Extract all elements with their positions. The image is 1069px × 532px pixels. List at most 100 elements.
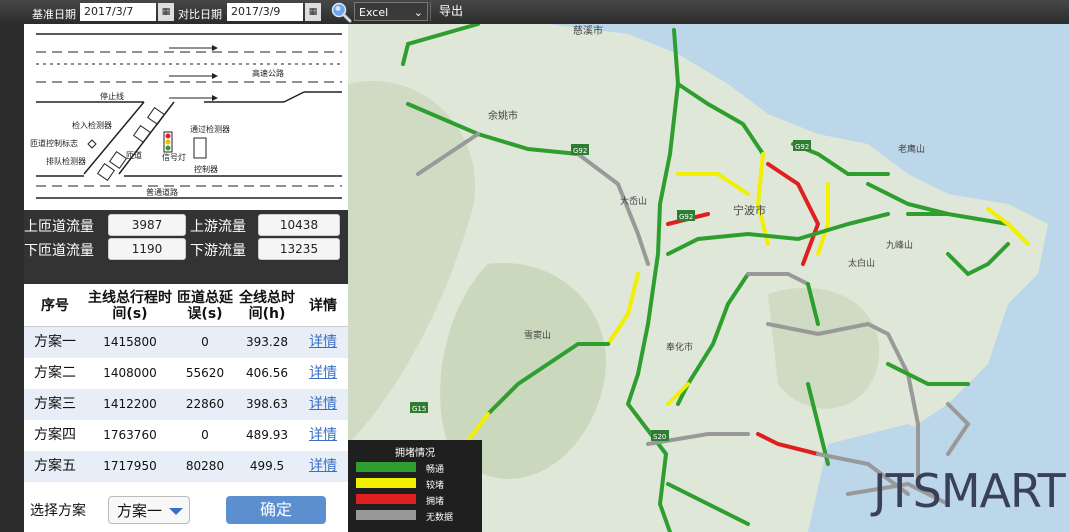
brand-watermark: JTSMART [873, 464, 1066, 518]
col-header-main-time: 主线总行程时间(s) [88, 290, 172, 322]
down-ramp-flow-value: 1190 [108, 238, 186, 260]
highway-label: 高速公路 [252, 68, 284, 78]
place-label: 九峰山 [886, 240, 913, 251]
plan-table: 序号 主线总行程时间(s) 匝道总延误(s) 全线总时间(h) 详情 方案一 14… [24, 286, 348, 513]
place-label: 太白山 [848, 257, 875, 269]
up-ramp-flow-value: 3987 [108, 214, 186, 236]
legend-label-free: 畅通 [426, 465, 445, 475]
plan-name-cell: 方案二 [34, 365, 76, 381]
legend-label-nodata: 无数据 [426, 513, 454, 523]
ramp-delay-cell: 0 [201, 428, 209, 442]
base-date-label: 基准日期 [32, 8, 76, 21]
main-time-cell: 1412200 [103, 397, 157, 411]
legend-swatch-nodata [356, 510, 416, 520]
down-ramp-flow-label: 下匝道流量 [24, 243, 94, 259]
detail-link[interactable]: 详情 [298, 451, 348, 482]
pass-detector-label: 通过检测器 [190, 124, 230, 134]
queue-detector-label: 排队检测器 [46, 156, 86, 166]
ramp-label: 匝道 [126, 150, 142, 160]
legend-swatch-slow [356, 478, 416, 488]
plan-selector-label: 选择方案 [30, 503, 86, 519]
downstream-flow-value: 13235 [258, 238, 340, 260]
legend-title: 拥堵情况 [395, 448, 435, 459]
total-time-cell: 398.63 [246, 397, 288, 411]
ramp-delay-cell: 55620 [185, 366, 225, 380]
calendar-icon[interactable]: ▦ [158, 3, 174, 21]
compare-date-input[interactable]: 2017/3/9 [227, 3, 303, 21]
table-row: 方案五 1717950 80280 499.5 详情 [24, 451, 348, 482]
upstream-flow-value: 10438 [258, 214, 340, 236]
table-row: 方案三 1412200 22860 398.63 详情 [24, 389, 348, 420]
plan-name-cell: 方案一 [34, 334, 76, 350]
legend-swatch-jam [356, 494, 416, 504]
plan-select-value: 方案一 [117, 502, 163, 520]
upstream-flow-label: 上游流量 [190, 219, 246, 235]
congestion-legend: 拥堵情况 畅通 较堵 拥堵 无数据 [348, 440, 482, 532]
stop-line-label: 停止线 [100, 91, 124, 101]
ramp-delay-cell: 22860 [185, 397, 225, 411]
controller-label: 控制器 [194, 164, 218, 174]
ramp-delay-cell: 80280 [185, 459, 225, 473]
traffic-map[interactable]: 慈溪市 余姚市 宁波市 老鹰山 大岙山 九峰山 太白山 雪窦山 奉化市 G92 … [348, 24, 1069, 532]
left-panel: 高速公路 停止线 检入检测器 通过检测器 匝道控制标志 匝道 信号灯 排队检测器… [24, 24, 348, 532]
top-toolbar: 基准日期 2017/3/7 ▦ 对比日期 2017/3/9 ▦ Excel ⌄ … [0, 0, 1069, 24]
downstream-flow-label: 下游流量 [190, 243, 246, 259]
plan-name-cell: 方案四 [34, 427, 76, 443]
total-time-cell: 489.93 [246, 428, 288, 442]
table-body: 方案一 1415800 0 393.28 详情 方案二 1408000 55620 406.56… [24, 327, 348, 513]
calendar-icon[interactable]: ▦ [305, 3, 321, 21]
chevron-down-icon: ⌄ [413, 6, 423, 19]
total-time-cell: 499.5 [249, 459, 285, 473]
search-icon[interactable] [330, 1, 352, 23]
export-format-select[interactable]: Excel ⌄ [354, 2, 428, 21]
signal-label: 信号灯 [162, 152, 186, 162]
detail-link[interactable]: 详情 [298, 327, 348, 358]
road-shield: S20 [653, 433, 666, 441]
compare-date-label: 对比日期 [178, 8, 222, 21]
detail-link[interactable]: 详情 [298, 389, 348, 420]
total-time-cell: 406.56 [246, 366, 288, 380]
table-row: 方案四 1763760 0 489.93 详情 [24, 420, 348, 451]
total-time-cell: 393.28 [246, 335, 288, 349]
ordinary-road-label: 普通道路 [146, 187, 178, 197]
ramp-delay-cell: 0 [201, 335, 209, 349]
table-row: 方案一 1415800 0 393.28 详情 [24, 327, 348, 358]
main-time-cell: 1408000 [103, 366, 157, 380]
place-label: 余姚市 [488, 109, 518, 122]
road-shield: G92 [795, 143, 809, 151]
main-time-cell: 1415800 [103, 335, 157, 349]
detail-link[interactable]: 详情 [298, 420, 348, 451]
base-date-input[interactable]: 2017/3/7 [80, 3, 156, 21]
table-header: 序号 主线总行程时间(s) 匝道总延误(s) 全线总时间(h) 详情 [24, 286, 348, 327]
plan-select[interactable]: 方案一 [108, 496, 190, 524]
plan-name-cell: 方案五 [34, 458, 76, 474]
ramp-control-sign-label: 匝道控制标志 [30, 138, 78, 148]
export-button[interactable]: 导出 [430, 2, 471, 21]
road-shield: G92 [679, 213, 693, 221]
up-ramp-flow-label: 上匝道流量 [24, 219, 94, 235]
col-header-index: 序号 [41, 298, 69, 314]
col-header-total-time: 全线总时间(h) [239, 290, 295, 322]
place-label: 老鹰山 [898, 143, 925, 155]
legend-label-jam: 拥堵 [426, 497, 445, 507]
legend-label-slow: 较堵 [426, 481, 445, 491]
confirm-button[interactable]: 确定 [226, 496, 326, 524]
triangle-down-icon [169, 508, 183, 515]
col-header-ramp-delay: 匝道总延误(s) [177, 290, 233, 322]
place-label: 慈溪市 [573, 24, 603, 37]
main-time-cell: 1763760 [103, 428, 157, 442]
export-format-value: Excel [359, 6, 389, 19]
road-shield: G15 [412, 405, 426, 413]
plan-selector-bar: 选择方案 方案一 确定 [24, 488, 348, 532]
road-shield: G92 [573, 147, 587, 155]
flow-summary: 上匝道流量 3987 上游流量 10438 下匝道流量 1190 下游流量 13… [24, 210, 348, 284]
detail-link[interactable]: 详情 [298, 358, 348, 389]
place-label: 大岙山 [620, 195, 647, 207]
plan-name-cell: 方案三 [34, 396, 76, 412]
legend-swatch-free [356, 462, 416, 472]
main-time-cell: 1717950 [103, 459, 157, 473]
col-header-detail: 详情 [309, 298, 337, 314]
place-label: 宁波市 [733, 203, 766, 217]
ramp-metering-diagram: 高速公路 停止线 检入检测器 通过检测器 匝道控制标志 匝道 信号灯 排队检测器… [24, 24, 348, 210]
table-row: 方案二 1408000 55620 406.56 详情 [24, 358, 348, 389]
